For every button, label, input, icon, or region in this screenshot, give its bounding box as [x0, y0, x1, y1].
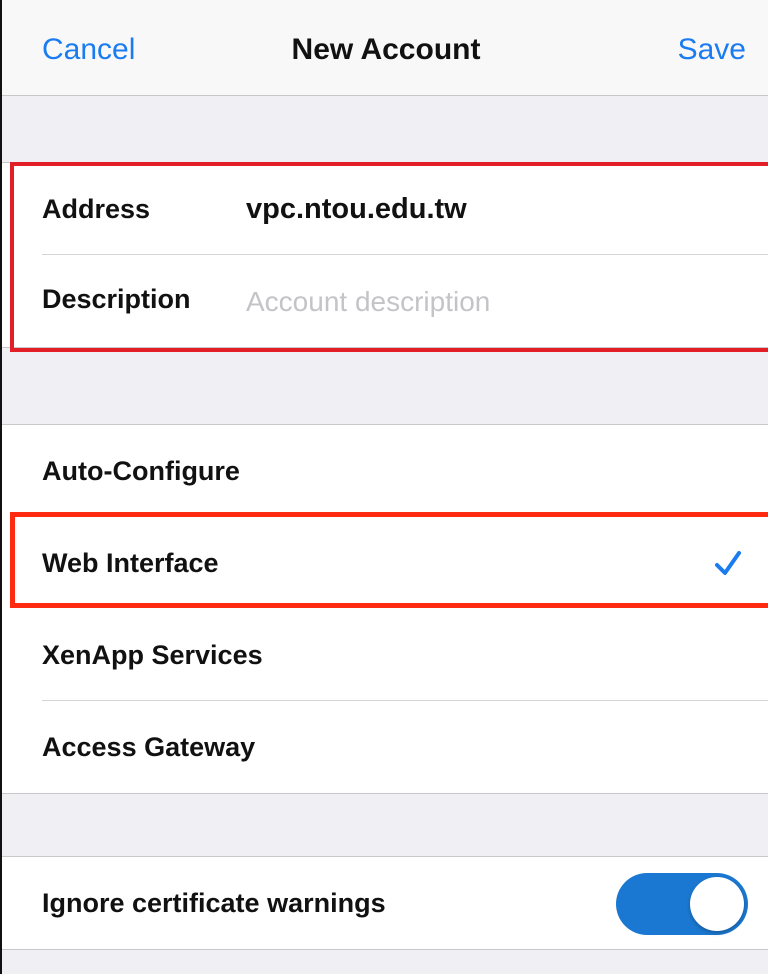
toggle-knob — [690, 877, 744, 931]
ignore-cert-label: Ignore certificate warnings — [42, 888, 386, 918]
option-web-interface[interactable]: Web Interface — [2, 517, 768, 609]
option-label: Web Interface — [42, 548, 219, 578]
option-access-gateway[interactable]: Access Gateway — [2, 701, 768, 793]
address-row[interactable]: Address vpc.ntou.edu.tw — [2, 163, 768, 255]
account-details-group: Address vpc.ntou.edu.tw Description — [2, 162, 768, 348]
account-type-group: Auto-Configure Web Interface XenApp Serv… — [2, 424, 768, 794]
address-field[interactable]: vpc.ntou.edu.tw — [246, 163, 467, 255]
ignore-cert-row: Ignore certificate warnings — [2, 857, 768, 949]
description-field[interactable] — [246, 281, 726, 323]
checkmark-icon — [714, 547, 742, 579]
description-label: Description — [42, 284, 191, 314]
option-auto-configure[interactable]: Auto-Configure — [2, 425, 768, 517]
navigation-bar: Cancel New Account Save — [2, 0, 768, 96]
save-button[interactable]: Save — [678, 28, 746, 72]
address-label: Address — [42, 194, 151, 224]
option-label: Access Gateway — [42, 732, 256, 762]
option-label: Auto-Configure — [42, 456, 240, 486]
app-frame: Cancel New Account Save Address vpc.ntou… — [0, 0, 768, 974]
settings-group: Ignore certificate warnings — [2, 856, 768, 950]
option-label: XenApp Services — [42, 640, 263, 670]
option-xenapp-services[interactable]: XenApp Services — [2, 609, 768, 701]
description-row[interactable]: Description — [2, 255, 768, 347]
ignore-cert-toggle[interactable] — [616, 873, 748, 935]
page-title: New Account — [291, 33, 481, 66]
